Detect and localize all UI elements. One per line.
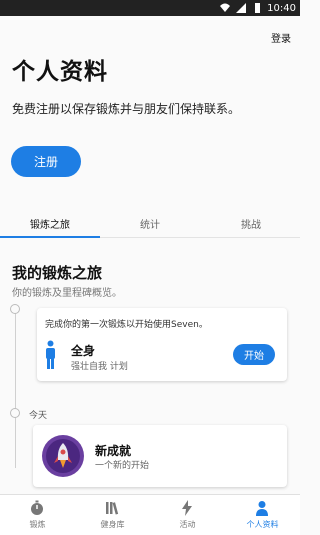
nav-label: 活动 <box>179 520 196 529</box>
tab-stats[interactable]: 统计 <box>140 216 160 231</box>
nav-label: 锻炼 <box>29 520 46 529</box>
active-tab-indicator <box>0 236 100 238</box>
nav-profile[interactable]: 个人资料 <box>225 495 300 535</box>
timeline-line <box>15 308 16 468</box>
timeline-dot <box>10 408 20 418</box>
page-title: 个人资料 <box>12 59 108 85</box>
achievement-subtitle: 一个新的开始 <box>95 461 150 471</box>
person-icon <box>256 501 268 516</box>
start-button[interactable]: 开始 <box>233 344 275 365</box>
stopwatch-icon <box>31 500 43 515</box>
first-workout-card: 完成你的第一次锻炼以开始使用Seven。 全身 强壮自我 计划 开始 <box>37 308 287 381</box>
tab-challenges[interactable]: 挑战 <box>241 216 261 231</box>
bottom-nav: 锻炼 健身库 活动 个人资料 <box>0 494 300 535</box>
library-icon <box>106 502 119 515</box>
status-icons: 10:40 <box>219 2 296 14</box>
rocket-badge-icon <box>42 435 84 477</box>
workout-plan: 强壮自我 计划 <box>71 362 128 372</box>
status-time: 10:40 <box>267 2 296 14</box>
tab-journey[interactable]: 锻炼之旅 <box>30 216 70 231</box>
timeline-dot <box>10 304 20 314</box>
login-link[interactable]: 登录 <box>271 30 291 45</box>
full-body-icon <box>46 340 55 369</box>
nav-library[interactable]: 健身库 <box>75 495 150 535</box>
nav-activity[interactable]: 活动 <box>150 495 225 535</box>
signal-icon <box>236 3 247 13</box>
page-description: 免费注册以保存锻炼并与朋友们保持联系。 <box>12 102 241 116</box>
tab-bar: 锻炼之旅 统计 挑战 <box>0 206 300 238</box>
status-bar: 10:40 <box>0 0 300 16</box>
achievement-card[interactable]: 新成就 一个新的开始 <box>33 425 287 487</box>
today-label: 今天 <box>29 411 48 421</box>
journey-subtitle: 你的锻炼及里程碑概览。 <box>12 288 122 299</box>
nav-workout[interactable]: 锻炼 <box>0 495 75 535</box>
first-workout-prompt: 完成你的第一次锻炼以开始使用Seven。 <box>45 320 208 330</box>
register-button[interactable]: 注册 <box>11 146 81 177</box>
nav-label: 健身库 <box>100 520 125 529</box>
journey-title: 我的锻炼之旅 <box>12 264 103 282</box>
nav-label: 个人资料 <box>246 520 279 529</box>
achievement-name: 新成就 <box>95 444 132 458</box>
lightning-icon <box>182 500 192 516</box>
battery-icon <box>255 3 261 13</box>
wifi-icon <box>220 3 231 12</box>
workout-name: 全身 <box>71 344 96 358</box>
